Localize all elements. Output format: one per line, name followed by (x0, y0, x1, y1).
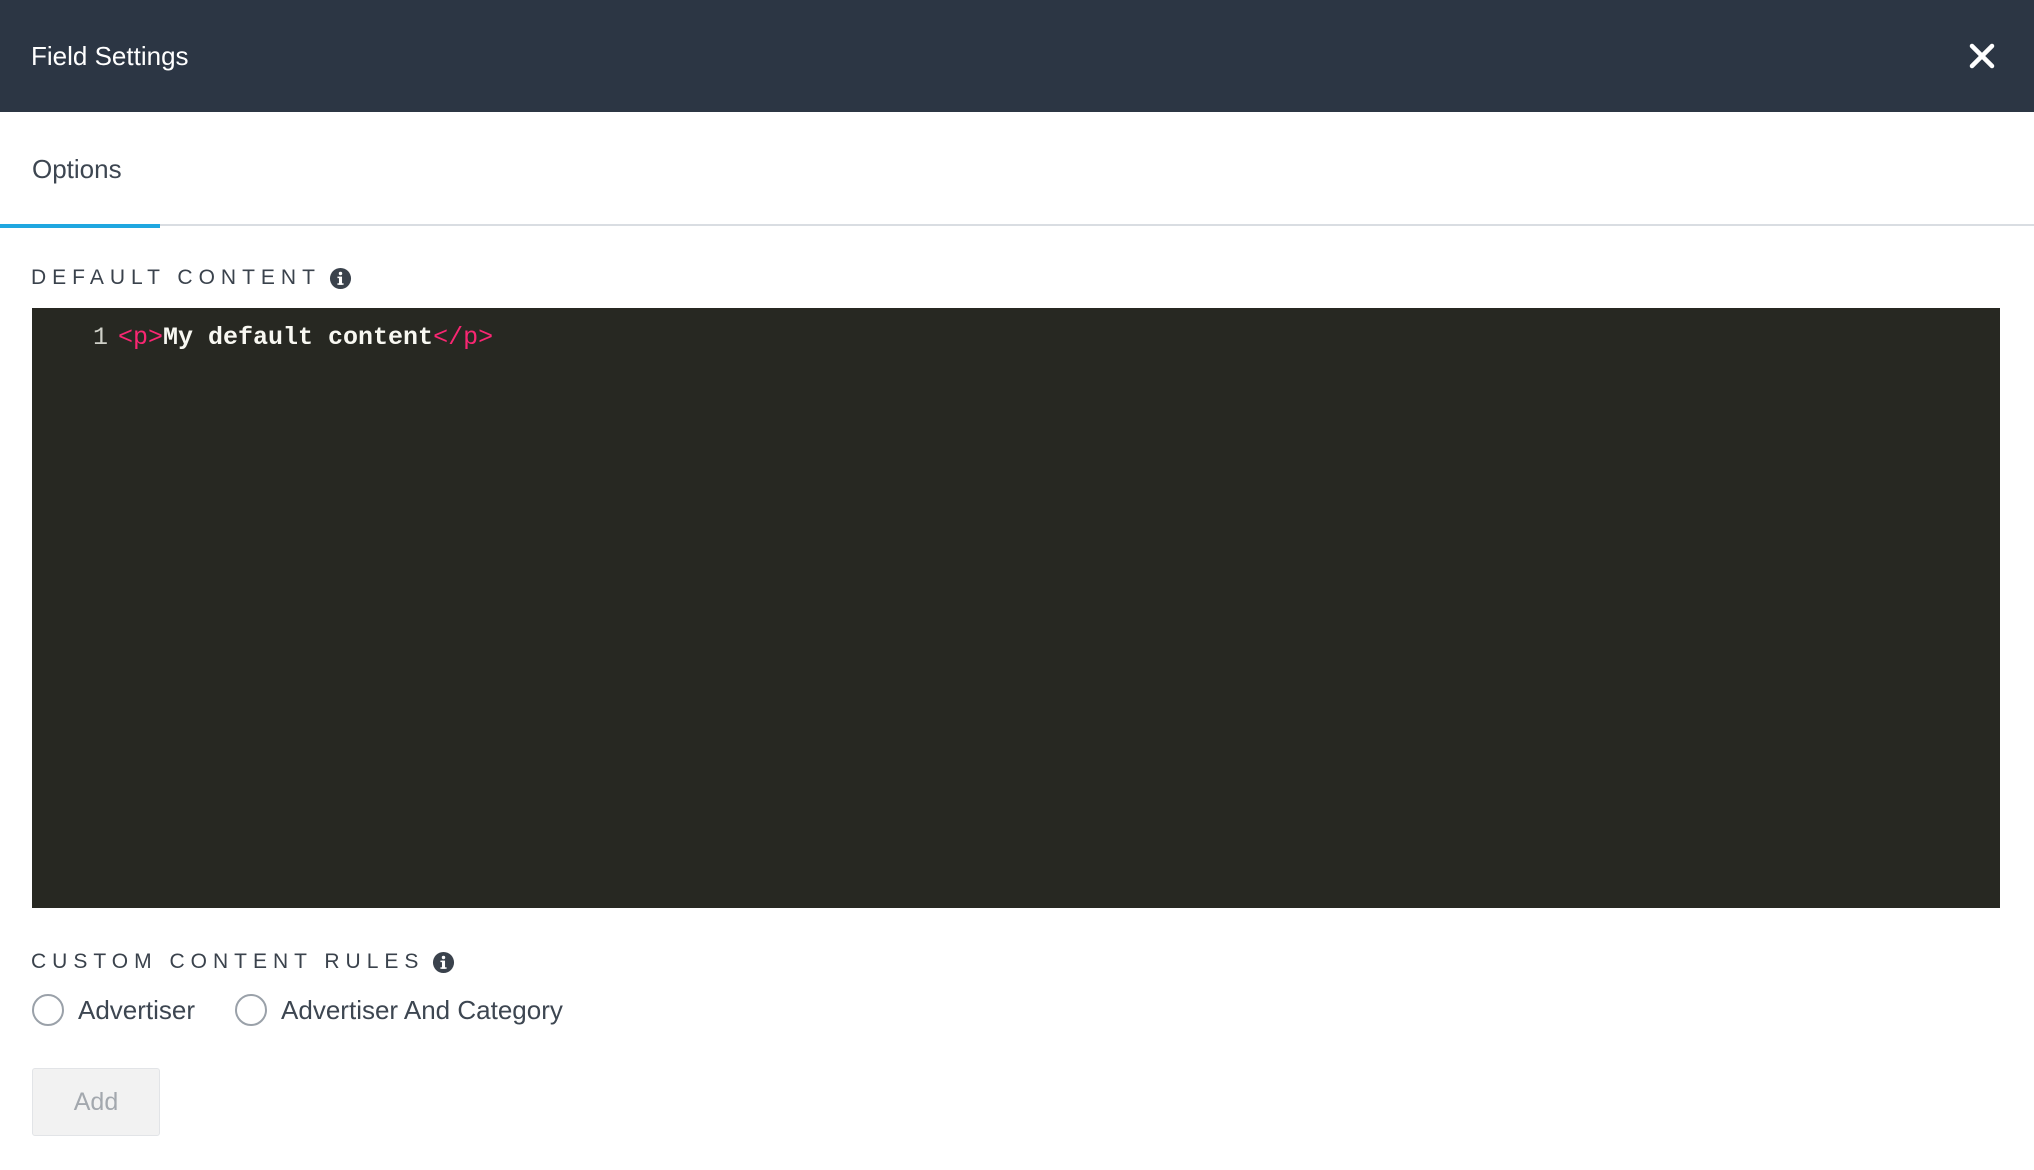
active-tab-indicator (0, 224, 160, 228)
code-text: My default content (163, 322, 434, 352)
default-content-label: DEFAULT CONTENT (31, 266, 321, 289)
close-button[interactable] (1960, 34, 2004, 78)
code-close-tag: </p> (433, 322, 494, 352)
radio-label: Advertiser And Category (281, 994, 563, 1025)
radio-advertiser[interactable]: Advertiser (32, 994, 195, 1026)
default-content-heading: DEFAULT CONTENT (31, 266, 352, 290)
custom-rules-heading: CUSTOM CONTENT RULES (31, 950, 455, 974)
radio-label: Advertiser (78, 994, 196, 1025)
radio-advertiser-and-category[interactable]: Advertiser And Category (235, 994, 563, 1026)
tab-bar: Options (0, 112, 2034, 228)
close-icon (1969, 43, 1995, 69)
info-icon[interactable] (432, 951, 455, 974)
code-open-tag: <p> (118, 322, 164, 352)
radio-button[interactable] (235, 994, 268, 1026)
info-icon[interactable] (329, 267, 352, 290)
custom-rules-label: CUSTOM CONTENT RULES (31, 950, 425, 973)
add-button[interactable]: Add (32, 1068, 160, 1136)
line-number: 1 (92, 322, 108, 352)
dialog-header: Field Settings (0, 0, 2034, 112)
tab-options-label: Options (32, 153, 122, 184)
tab-options[interactable]: Options (0, 112, 160, 228)
code-editor[interactable]: 1 <p> My default content </p> (32, 308, 2000, 908)
rule-type-radio-group: Advertiser Advertiser And Category (32, 990, 603, 1030)
dialog-title: Field Settings (31, 40, 189, 71)
radio-button[interactable] (32, 994, 64, 1026)
code-line: 1 <p> My default content </p> (32, 320, 493, 354)
